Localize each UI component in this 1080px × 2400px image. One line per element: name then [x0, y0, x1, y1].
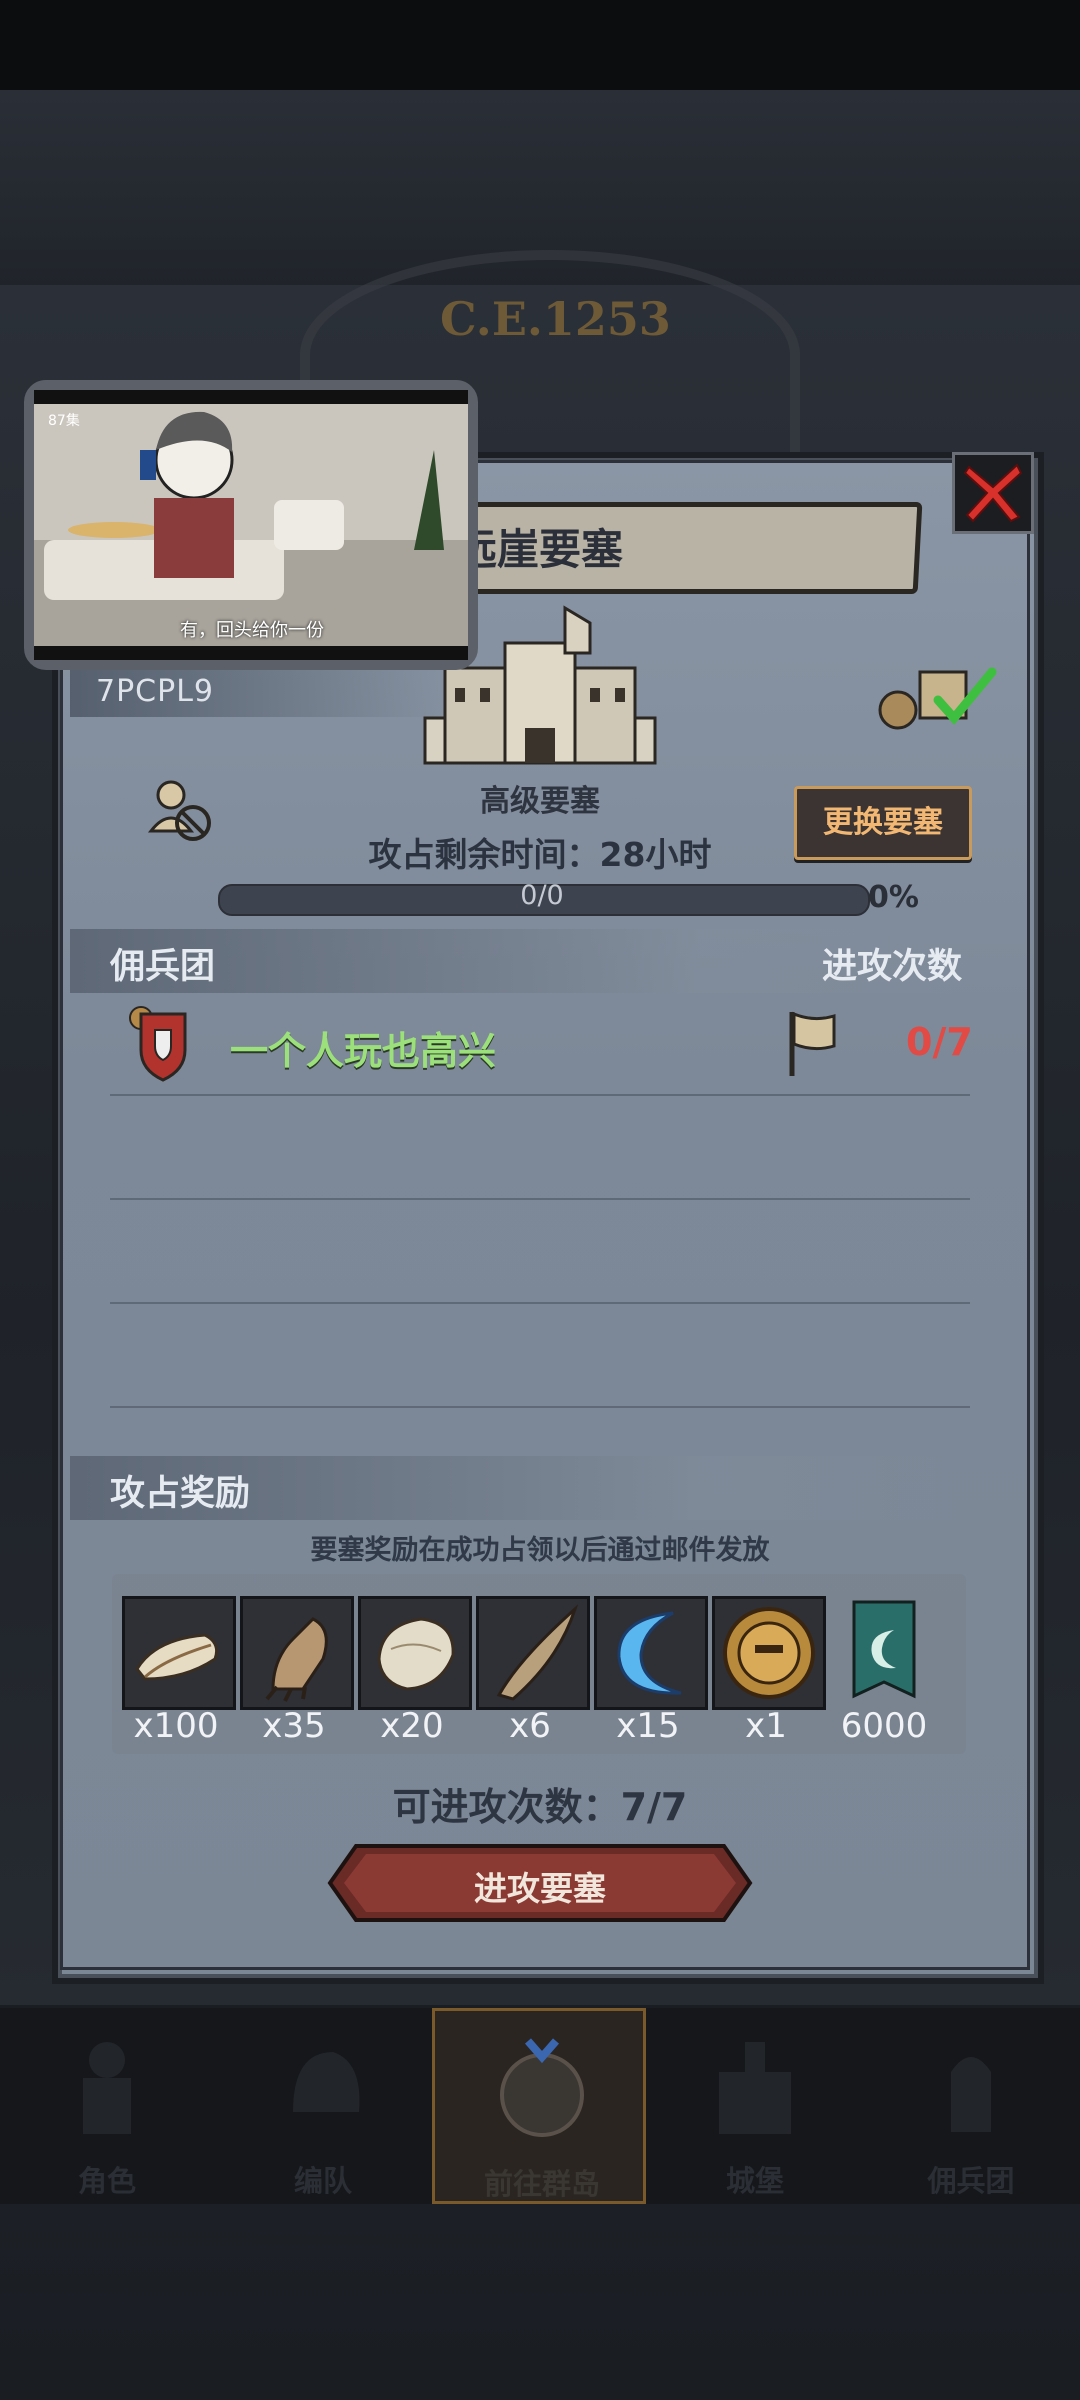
capture-progress-text: 0/0	[520, 880, 564, 911]
claw-icon	[265, 1617, 328, 1702]
mercenary-attack-count: 0/7	[906, 1020, 973, 1064]
castle-icon	[719, 2042, 791, 2134]
reward-slot[interactable]	[476, 1596, 590, 1710]
reward-note: 要塞奖励在成功占领以后通过邮件发放	[310, 1535, 770, 1566]
video-caption: 有，回头给你一份	[180, 620, 324, 641]
video-top-bar	[34, 390, 468, 404]
top-status-area	[0, 0, 1080, 90]
reward-qty: x20	[380, 1706, 444, 1746]
row-divider	[110, 1198, 970, 1200]
nav-formation-label: 编队	[293, 2164, 352, 2198]
knight-icon	[83, 2042, 131, 2134]
fortress-title: 远崖要塞	[455, 525, 624, 574]
attack-count-header: 进攻次数	[822, 947, 963, 987]
video-episode: 87集	[48, 413, 80, 429]
horn-icon	[496, 1604, 579, 1701]
era-label: C.E.1253	[440, 292, 671, 346]
row-divider	[110, 1094, 970, 1096]
reward-qty: x15	[616, 1706, 680, 1746]
nav-archipelago[interactable]: 前往群岛	[432, 2008, 646, 2204]
reward-slot[interactable]	[358, 1596, 472, 1710]
flag-icon	[789, 1011, 836, 1076]
globe-compass-icon	[500, 2038, 584, 2137]
nav-formation[interactable]: 编队	[216, 2008, 430, 2204]
video-bottom-bar	[34, 646, 468, 660]
person-blocked-icon[interactable]	[145, 775, 215, 845]
fortress-code: 7PCPL9	[96, 674, 215, 709]
loot-claimed-icon	[878, 667, 997, 730]
nav-castle[interactable]: 城堡	[648, 2008, 862, 2204]
capture-progress-percent: 0%	[868, 880, 919, 915]
reward-qty: x35	[262, 1706, 326, 1746]
reward-slot[interactable]	[122, 1596, 236, 1710]
mercenary-icon	[951, 2057, 991, 2132]
attack-fortress-label: 进攻要塞	[474, 1869, 606, 1908]
guild-shield-icon	[129, 1006, 187, 1082]
crescent-blade-icon	[617, 1611, 682, 1695]
bottom-band	[0, 2204, 1080, 2400]
mercenary-section-label: 佣兵团	[110, 947, 216, 987]
feather-icon	[135, 1633, 219, 1681]
reward-qty: x100	[133, 1706, 219, 1746]
change-fortress-button[interactable]: 更换要塞	[794, 786, 972, 860]
close-button[interactable]	[952, 452, 1034, 534]
reward-slot[interactable]	[240, 1596, 354, 1710]
nav-mercenary[interactable]: 佣兵团	[864, 2008, 1078, 2204]
reward-qty: x6	[509, 1706, 551, 1746]
change-fortress-label: 更换要塞	[823, 805, 943, 840]
attempts-remaining: 可进攻次数：7/7	[392, 1785, 688, 1829]
reward-slot[interactable]	[712, 1596, 826, 1710]
reward-qty: 6000	[840, 1706, 928, 1746]
nav-character[interactable]: 角色	[0, 2008, 214, 2204]
helmet-medal-icon	[723, 1607, 815, 1699]
nav-archipelago-label: 前往群岛	[483, 2167, 600, 2201]
capture-timer: 攻占剩余时间：28小时	[368, 835, 712, 874]
row-divider	[110, 1406, 970, 1408]
nav-character-label: 角色	[77, 2164, 136, 2198]
fur-pelt-icon	[377, 1617, 455, 1691]
close-icon	[963, 463, 1023, 523]
row-divider	[110, 1302, 970, 1304]
guild-banner-icon	[852, 1600, 916, 1699]
nav-castle-label: 城堡	[725, 2164, 784, 2198]
reward-qty: x1	[745, 1706, 787, 1746]
team-helmet-icon	[293, 2052, 360, 2112]
reward-slot-currency[interactable]	[830, 1596, 938, 1704]
nav-mercenary-label: 佣兵团	[927, 2164, 1015, 2198]
fortress-type-label: 高级要塞	[480, 784, 600, 819]
mercenary-name[interactable]: 一个人玩也高兴	[230, 1020, 496, 1075]
reward-section-label: 攻占奖励	[110, 1474, 251, 1514]
reward-slot[interactable]	[594, 1596, 708, 1710]
